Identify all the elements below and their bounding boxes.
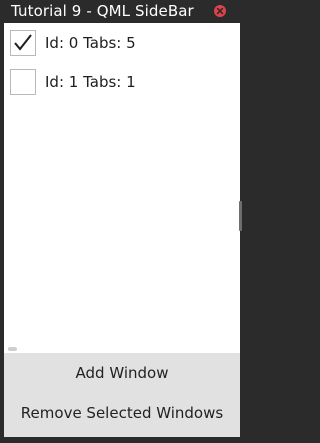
horizontal-scrollbar-handle[interactable] [8,347,17,351]
button-panel: Add Window Remove Selected Windows [4,353,240,437]
checkbox-window-0[interactable] [10,30,36,56]
close-icon [216,7,224,15]
app-window: Tutorial 9 - QML SideBar Id: 0 Tabs: 5 I… [0,0,244,443]
checkbox-window-1[interactable] [10,69,36,95]
vertical-scrollbar-handle[interactable] [239,201,242,231]
list-item-label: Id: 0 Tabs: 5 [45,34,136,52]
remove-selected-windows-button[interactable]: Remove Selected Windows [4,393,240,433]
sidebar-content: Id: 0 Tabs: 5 Id: 1 Tabs: 1 Add Window R… [4,23,242,437]
add-window-button[interactable]: Add Window [4,353,240,393]
close-button[interactable] [214,5,226,17]
checkmark-icon [14,34,32,51]
title-bar: Tutorial 9 - QML SideBar [0,0,244,22]
list-item-label: Id: 1 Tabs: 1 [45,73,136,91]
list-item[interactable]: Id: 0 Tabs: 5 [10,30,210,60]
window-list: Id: 0 Tabs: 5 Id: 1 Tabs: 1 [4,23,242,353]
list-item[interactable]: Id: 1 Tabs: 1 [10,69,210,99]
window-title: Tutorial 9 - QML SideBar [11,2,194,20]
